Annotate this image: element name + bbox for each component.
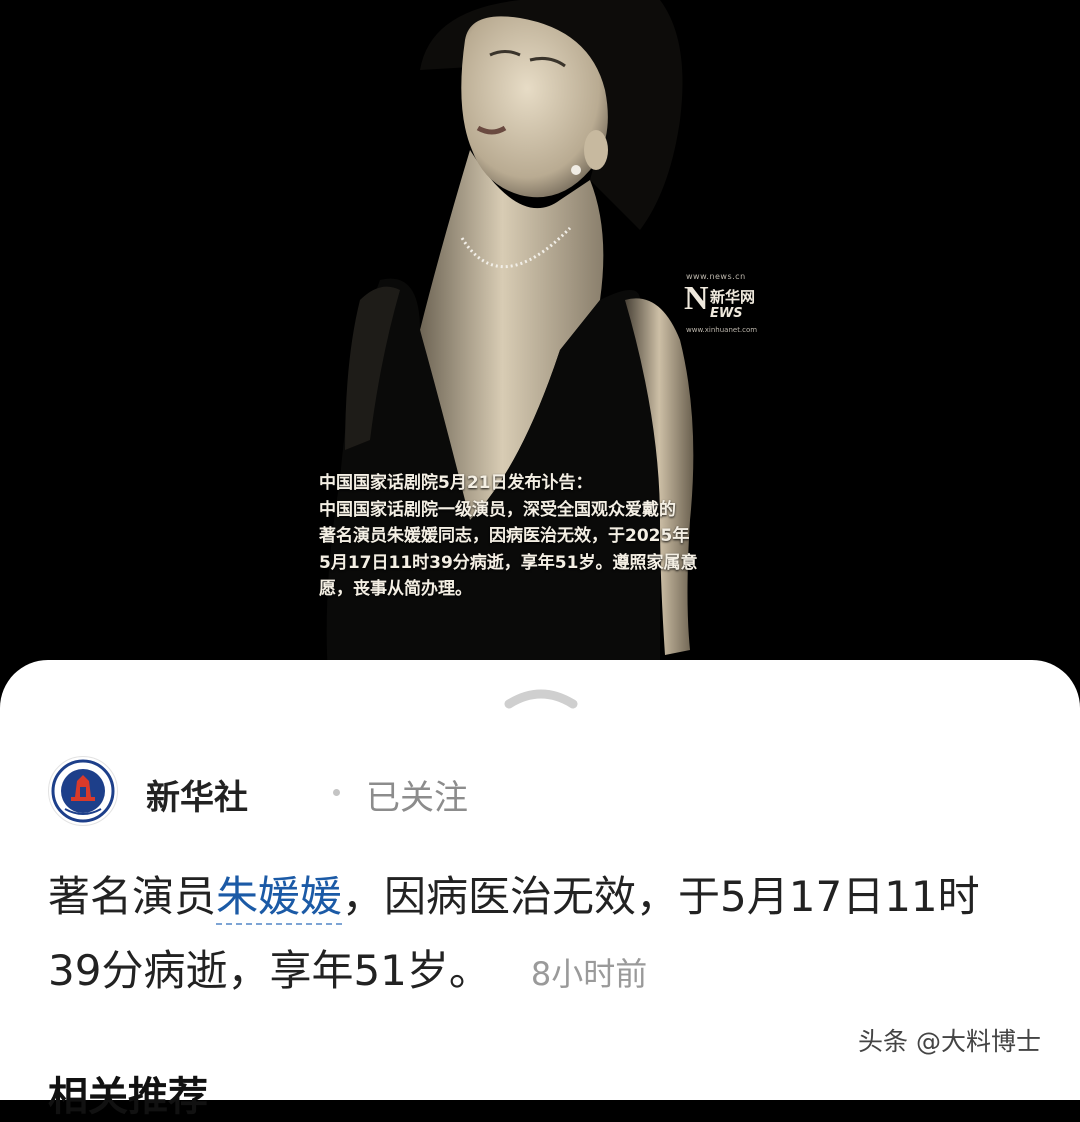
- news-watermark: www.news.cn N 新华网 EWS www.xinhuanet.com: [684, 270, 784, 338]
- separator-dot: [333, 789, 340, 796]
- follow-status[interactable]: 已关注: [366, 770, 468, 819]
- headline-line-2: 39分病逝，享年51岁。 8小时前: [48, 934, 1038, 1011]
- notice-line: 愿，丧事从简办理。: [319, 579, 472, 599]
- related-section-title: 相关推荐: [48, 1074, 208, 1120]
- watermark-brand: 新华网: [710, 288, 756, 306]
- post-time: 8小时前: [530, 955, 648, 993]
- person-name-link[interactable]: 朱媛媛: [216, 872, 343, 925]
- xinhua-logo-icon: [51, 759, 115, 823]
- watermark-n: N: [684, 280, 709, 317]
- account-name[interactable]: 新华社: [146, 770, 248, 819]
- news-headline: 著名演员朱媛媛，因病医治无效，于5月17日11时 39分病逝，享年51岁。 8小时…: [48, 860, 1038, 1011]
- watermark-url-bottom: www.xinhuanet.com: [686, 326, 758, 334]
- notice-line: 中国国家话剧院5月21日发布讣告：: [319, 473, 593, 493]
- source-credit: 头条 @大料博士: [858, 1027, 1041, 1056]
- avatar[interactable]: [48, 756, 118, 826]
- notice-line: 中国国家话剧院一级演员，深受全国观众爱戴的: [319, 499, 676, 520]
- account-row[interactable]: 新华社 已关注: [48, 756, 648, 828]
- hero-photo[interactable]: www.news.cn N 新华网 EWS www.xinhuanet.com …: [0, 0, 1080, 700]
- content-sheet: 新华社 已关注 著名演员朱媛媛，因病医治无效，于5月17日11时 39分病逝，享…: [0, 660, 1080, 1120]
- headline-line2-text: 39分病逝，享年51岁。: [48, 946, 491, 995]
- headline-line-1: 著名演员朱媛媛，因病医治无效，于5月17日11时: [48, 860, 1038, 934]
- headline-prefix: 著名演员: [48, 872, 217, 921]
- notice-line: 5月17日11时39分病逝，享年51岁。遵照家属意: [319, 552, 698, 573]
- obituary-notice: 中国国家话剧院5月21日发布讣告： 中国国家话剧院一级演员，深受全国观众爱戴的 …: [319, 470, 769, 603]
- watermark-ews: EWS: [710, 306, 743, 321]
- notice-line: 著名演员朱媛媛同志，因病医治无效，于2025年: [319, 526, 690, 546]
- chevron-up-icon[interactable]: [503, 682, 579, 712]
- headline-rest: ，因病医治无效，于5月17日11时: [342, 872, 980, 921]
